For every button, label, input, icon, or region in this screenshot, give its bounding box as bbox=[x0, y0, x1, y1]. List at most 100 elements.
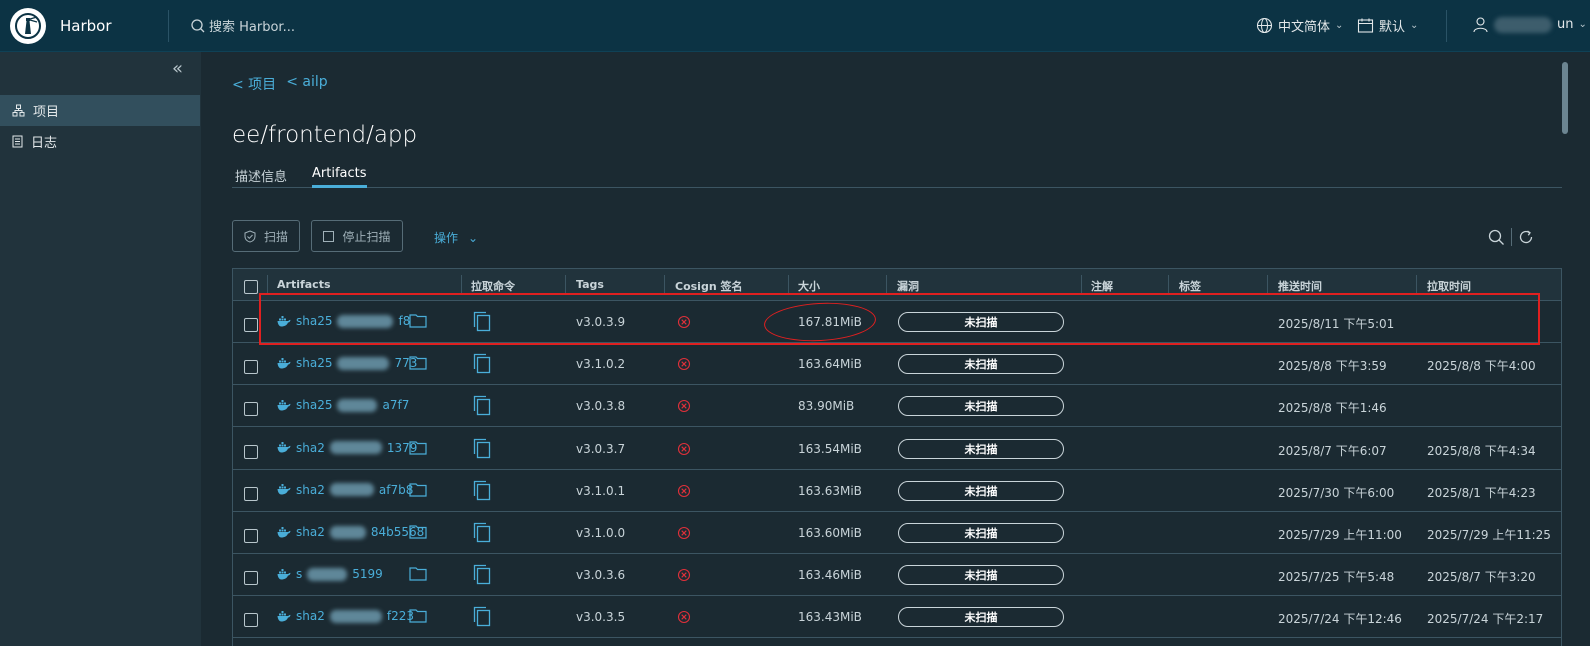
breadcrumb-projects-link[interactable]: < 项目 bbox=[232, 74, 276, 94]
brand-name[interactable]: Harbor bbox=[60, 17, 112, 35]
docker-icon bbox=[277, 442, 291, 453]
artifact-digest-link[interactable]: sha2 84b5568 bbox=[277, 525, 424, 539]
vulnerability-status-badge[interactable]: 未扫描 bbox=[898, 523, 1064, 543]
folder-icon[interactable] bbox=[409, 608, 427, 623]
artifact-digest-link[interactable]: sha2 af7b8 bbox=[277, 483, 413, 497]
table-row[interactable]: sha2 af7b8 v3.1.0.1 163.63MiB 未扫描 2025/7/30 下… bbox=[233, 469, 1561, 512]
push-time-value: 2025/8/11 下午5:01 bbox=[1278, 317, 1395, 331]
folder-icon[interactable] bbox=[409, 355, 427, 370]
row-checkbox[interactable] bbox=[244, 360, 258, 375]
vulnerability-status-badge[interactable]: 未扫描 bbox=[898, 312, 1064, 332]
artifact-digest-link[interactable]: sha2 1379 bbox=[277, 441, 417, 455]
digest-redacted bbox=[329, 609, 382, 623]
harbor-logo-icon[interactable] bbox=[10, 7, 46, 44]
actions-dropdown[interactable]: 操作 ⌄ bbox=[434, 229, 478, 246]
row-checkbox[interactable] bbox=[244, 444, 258, 459]
vulnerability-status-badge[interactable]: 未扫描 bbox=[898, 438, 1064, 459]
chevron-down-icon: ⌄ bbox=[1410, 20, 1419, 31]
tab-artifacts[interactable]: Artifacts bbox=[312, 166, 367, 188]
col-pull-command[interactable]: 拉取命令 bbox=[471, 278, 515, 294]
folder-icon[interactable] bbox=[409, 566, 427, 581]
size-value: 163.60MiB bbox=[798, 526, 862, 540]
stop-scan-button[interactable]: 停止扫描 bbox=[311, 220, 403, 252]
language-selector[interactable]: 中文简体 ⌄ bbox=[1256, 16, 1343, 35]
size-value: 83.90MiB bbox=[798, 399, 855, 414]
copy-icon[interactable] bbox=[473, 564, 491, 585]
unsigned-x-icon bbox=[677, 358, 691, 371]
scan-button[interactable]: 扫描 bbox=[232, 220, 300, 252]
table-row[interactable]: sha2 84b5568 v3.1.0.0 163.60MiB 未扫描 2025/7/29… bbox=[233, 512, 1561, 554]
col-labels[interactable]: 标签 bbox=[1179, 278, 1201, 294]
size-value: 163.63MiB bbox=[798, 483, 862, 498]
vulnerability-status-badge[interactable]: 未扫描 bbox=[898, 607, 1064, 628]
row-checkbox[interactable] bbox=[244, 402, 258, 417]
size-value: 163.43MiB bbox=[798, 610, 862, 625]
col-annotations[interactable]: 注解 bbox=[1091, 278, 1113, 294]
breadcrumb-ailp-link[interactable]: < ailp bbox=[286, 74, 327, 94]
col-pull-time[interactable]: 拉取时间 bbox=[1427, 278, 1471, 294]
copy-icon[interactable] bbox=[473, 311, 491, 332]
vulnerability-status-badge[interactable]: 未扫描 bbox=[898, 396, 1064, 417]
vulnerability-status-badge[interactable]: 未扫描 bbox=[898, 480, 1064, 501]
copy-icon[interactable] bbox=[473, 606, 491, 627]
copy-icon[interactable] bbox=[473, 395, 491, 416]
select-all-checkbox[interactable] bbox=[244, 280, 258, 294]
search-icon[interactable] bbox=[1488, 229, 1505, 246]
collapse-sidebar-icon[interactable]: « bbox=[172, 58, 183, 79]
stop-scan-button-label: 停止扫描 bbox=[342, 229, 391, 244]
copy-icon[interactable] bbox=[473, 480, 491, 501]
table-row[interactable]: sha25 773 v3.1.0.2 163.64MiB 未扫描 2025/8/8 下午3… bbox=[233, 343, 1561, 386]
artifact-digest-link[interactable]: s 5199 bbox=[277, 567, 383, 581]
row-checkbox[interactable] bbox=[244, 318, 258, 332]
tool-divider bbox=[1511, 228, 1512, 246]
push-time-value: 2025/8/8 下午3:59 bbox=[1278, 359, 1387, 374]
table-row[interactable]: sha2 f223 v3.0.3.5 163.43MiB 未扫描 2025/7/24 下午… bbox=[233, 596, 1561, 639]
push-time-value: 2025/7/30 下午6:00 bbox=[1278, 485, 1395, 500]
artifact-digest-link[interactable]: sha25 f8 bbox=[277, 314, 410, 328]
col-cosign[interactable]: Cosign 签名 bbox=[675, 278, 742, 294]
unsigned-x-icon bbox=[677, 400, 691, 413]
col-artifacts[interactable]: Artifacts bbox=[277, 278, 331, 291]
artifact-digest-link[interactable]: sha25 773 bbox=[277, 356, 417, 370]
page-scrollbar[interactable] bbox=[1562, 62, 1568, 134]
scheme-selector[interactable]: 默认 ⌄ bbox=[1357, 16, 1418, 35]
digest-redacted bbox=[337, 398, 378, 412]
table-row[interactable]: sha25 a7f7 v3.0.3.8 83.90MiB 未扫描 2025/8/8 下午1… bbox=[233, 385, 1561, 428]
chevron-down-icon: ⌄ bbox=[468, 230, 479, 245]
copy-icon[interactable] bbox=[473, 522, 491, 543]
col-push-time[interactable]: 推送时间 bbox=[1278, 278, 1322, 294]
row-checkbox[interactable] bbox=[244, 486, 258, 501]
folder-icon[interactable] bbox=[409, 440, 427, 455]
chevron-down-icon: ⌄ bbox=[1578, 19, 1587, 30]
row-checkbox[interactable] bbox=[244, 613, 258, 628]
tab-bar: 描述信息 Artifacts bbox=[232, 162, 1562, 188]
sidebar-item-projects[interactable]: 项目 bbox=[0, 95, 200, 126]
folder-icon[interactable] bbox=[409, 482, 427, 497]
col-vulnerabilities[interactable]: 漏洞 bbox=[897, 278, 919, 294]
global-search[interactable]: 搜索 Harbor... bbox=[190, 16, 295, 35]
push-time-value: 2025/7/25 下午5:48 bbox=[1278, 570, 1395, 585]
vulnerability-status-badge[interactable]: 未扫描 bbox=[898, 354, 1064, 375]
docker-icon bbox=[277, 568, 291, 580]
copy-icon[interactable] bbox=[473, 438, 491, 459]
tab-description[interactable]: 描述信息 bbox=[235, 166, 287, 188]
artifact-digest-link[interactable]: sha25 a7f7 bbox=[277, 398, 409, 412]
copy-icon[interactable] bbox=[473, 353, 491, 374]
user-menu[interactable]: un ⌄ bbox=[1472, 16, 1587, 33]
refresh-icon[interactable] bbox=[1518, 229, 1534, 245]
artifact-digest-link[interactable]: sha2 f223 bbox=[277, 609, 414, 623]
col-size[interactable]: 大小 bbox=[798, 278, 820, 294]
digest-redacted bbox=[329, 441, 382, 455]
row-checkbox[interactable] bbox=[244, 529, 258, 543]
table-tools bbox=[1488, 228, 1534, 246]
folder-icon[interactable] bbox=[409, 313, 427, 328]
col-tags[interactable]: Tags bbox=[576, 278, 604, 291]
search-input[interactable]: 搜索 Harbor... bbox=[209, 16, 295, 35]
sidebar-item-logs[interactable]: 日志 bbox=[0, 126, 200, 157]
table-row[interactable]: sha25 f8 v3.0.3.9 167.81MiB 未扫描 2025/8/11 下午5… bbox=[233, 301, 1561, 343]
vulnerability-status-badge[interactable]: 未扫描 bbox=[898, 565, 1064, 586]
table-row[interactable]: s 5199 v3.0.3.6 163.46MiB 未扫描 2025/7/25 下午5:4… bbox=[233, 554, 1561, 597]
row-checkbox[interactable] bbox=[244, 571, 258, 586]
folder-icon[interactable] bbox=[409, 524, 427, 539]
table-row[interactable]: sha2 1379 v3.0.3.7 163.54MiB 未扫描 2025/8/7 下午6… bbox=[233, 427, 1561, 470]
